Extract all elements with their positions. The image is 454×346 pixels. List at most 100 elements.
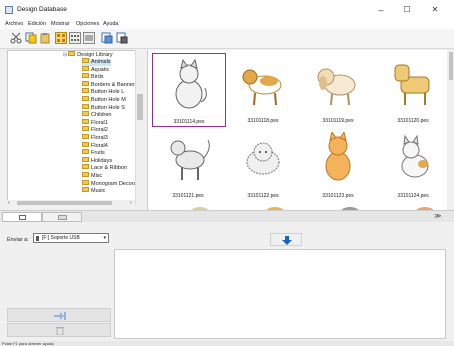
tree-item-label: Children [91,112,112,119]
export-icon[interactable] [116,32,128,44]
folder-icon [82,141,89,147]
tree-item-label: Misc [91,173,103,179]
scroll-left-icon[interactable]: ‹ [8,200,10,206]
tree-item-label: Button Hole M [91,97,126,103]
menu-edicion[interactable]: Edición [28,21,46,27]
design-thumbnail[interactable]: 33101120.pes [377,53,447,125]
folder-tree[interactable]: ⊟ Design Library Animals Aquatic Birds Borde… [7,50,143,205]
folder-icon [82,80,89,86]
menu-opciones[interactable]: Opciones [76,21,99,27]
scroll-thumb[interactable] [449,52,453,80]
menu-ayuda[interactable]: Ayuda [103,21,119,27]
arrow-right-icon [54,312,66,320]
collapse-panel-icon[interactable]: ≫ [434,212,441,220]
medium-thumbs-icon[interactable] [69,32,81,44]
folder-icon [82,187,89,193]
tree-item-label: Animals [91,59,111,65]
design-thumbnail[interactable]: 33101118.pes [227,53,299,125]
folder-icon [68,51,76,57]
scroll-thumb[interactable] [137,94,143,120]
menu-mostrar[interactable]: Mostrar [51,21,70,27]
tree-horizontal-scrollbar[interactable]: ‹ › [7,200,135,206]
design-thumbnail[interactable]: 33101123.pes [302,128,374,200]
folder-icon [82,179,89,185]
tree-item[interactable]: Music [82,187,106,195]
maximize-button[interactable]: ☐ [396,0,418,20]
folder-icon [82,96,89,102]
panel-tabs: ≫ [0,210,454,222]
tree-item[interactable]: Monogram Decorati [82,179,140,188]
design-thumbnail-grid: 33101114.pes 33101118.pes 33101119.pes 3310… [147,50,447,210]
folder-icon [82,65,89,71]
tree-item-label: Button Hole L [91,89,125,96]
design-thumbnail[interactable]: 33101119.pes [302,53,374,125]
destination-file-list[interactable] [114,249,446,339]
trash-icon [56,327,64,335]
folder-icon [82,111,89,117]
send-button[interactable] [270,233,302,246]
chevron-down-icon: ▾ [103,235,106,241]
design-filename: 33101123.pes [322,193,354,199]
delete-button[interactable] [7,323,111,337]
send-to-label: Enviar a: [7,237,29,243]
design-thumbnail-partial[interactable] [152,202,224,210]
design-thumbnail[interactable]: 33101114.pes [152,53,226,127]
folder-icon [82,73,89,79]
menu-archivo[interactable]: Archivo [5,21,23,27]
folder-tab-icon [58,215,67,220]
folder-icon [82,134,89,140]
arrow-down-icon [282,236,292,245]
tab-send-to-card[interactable] [2,212,42,222]
tree-vertical-scrollbar[interactable] [135,50,143,205]
design-filename: 33101114.pes [173,119,205,125]
design-thumbnail-partial[interactable] [227,202,299,210]
tree-item-label: Floral2 [91,127,108,134]
design-filename: 33101122.pes [247,193,279,199]
cut-icon[interactable] [10,32,22,44]
tree-item-label: Music [91,188,106,195]
design-filename: 33101124.pes [397,193,429,199]
tree-item-label: Birds [91,74,104,81]
minimize-button[interactable]: – [370,0,392,20]
app-icon [5,6,13,14]
design-thumbnail[interactable]: 33101124.pes [377,128,447,200]
write-to-device-button[interactable] [7,308,111,322]
grid-vertical-scrollbar[interactable] [448,50,454,210]
list-view-icon[interactable] [83,32,95,44]
folder-icon [82,103,89,109]
title-bar: Design Database – ☐ ✕ [0,0,454,20]
tab-folder[interactable] [42,212,82,222]
collapse-icon[interactable]: ⊟ [63,52,67,58]
design-thumbnail-partial[interactable] [377,202,447,210]
design-thumbnail[interactable]: 33101122.pes [227,128,299,200]
design-filename: 33101121.pes [172,193,204,199]
design-thumbnail[interactable]: 33101121.pes [152,128,224,200]
paste-icon[interactable] [39,32,51,44]
tree-item-label: Fruits [91,150,105,157]
scroll-right-icon[interactable]: › [130,200,132,206]
window-title: Design Database [17,6,67,13]
tree-item-label: Borders & Banners [91,81,138,88]
import-icon[interactable] [101,32,113,44]
tree-item-label: Floral3 [91,135,108,141]
design-filename: 33101118.pes [247,118,279,124]
send-to-device-select[interactable]: [F:] Soporte USB ▾ [33,233,109,243]
folder-icon [82,118,89,124]
tree-item-label: Floral1 [91,119,108,126]
large-thumbs-icon[interactable] [55,32,67,44]
copy-icon[interactable] [25,32,37,44]
folder-icon [82,58,89,64]
design-thumbnail-partial[interactable] [302,202,374,210]
tree-item-label: Floral4 [91,142,108,149]
tree-item-label: Monogram Decorati [91,180,140,187]
send-to-device-value: [F:] Soporte USB [42,235,80,241]
tree-item[interactable]: Borders & Banners [82,80,138,89]
design-filename: 33101119.pes [322,118,354,124]
folder-icon [82,126,89,132]
toolbar [0,29,454,49]
tree-item-label: Aquatic [91,66,110,73]
usb-icon [36,236,39,241]
close-button[interactable]: ✕ [424,0,446,20]
scroll-thumb[interactable] [17,201,112,205]
folder-icon [82,156,89,162]
